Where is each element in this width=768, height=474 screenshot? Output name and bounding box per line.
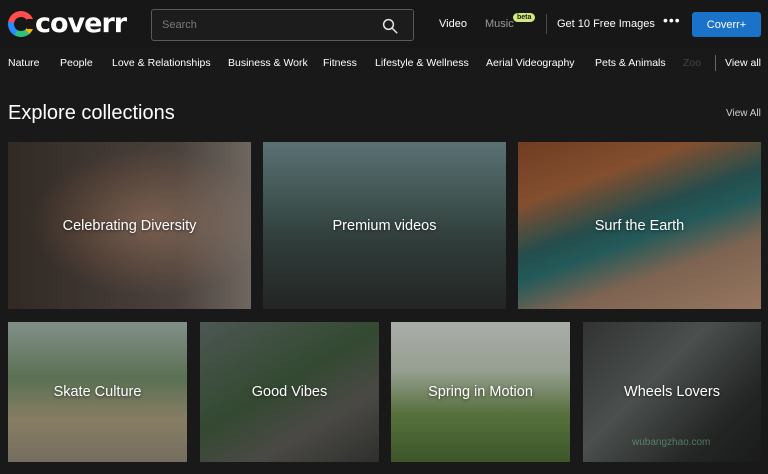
category-zoo[interactable]: Zoo [683,57,701,69]
category-pets-animals[interactable]: Pets & Animals [595,57,666,69]
category-people[interactable]: People [60,57,93,69]
search-box[interactable] [151,9,414,41]
collection-tile-skate-culture[interactable]: Skate Culture [8,322,187,462]
category-bar: Nature People Love & Relationships Busin… [0,48,768,80]
collection-label: Skate Culture [53,384,142,400]
view-all-collections-link[interactable]: View All [726,108,761,119]
nav-video[interactable]: Video [439,18,467,30]
nav-divider [546,14,547,34]
category-divider [715,55,716,71]
more-menu-icon[interactable]: ••• [663,12,681,28]
nav-music[interactable]: Music [485,18,514,30]
collection-label: Premium videos [332,217,437,234]
collection-label: Celebrating Diversity [62,217,197,234]
beta-badge: beta [513,13,536,22]
view-all-categories-link[interactable]: View all [725,57,761,69]
category-lifestyle-wellness[interactable]: Lifestyle & Wellness [375,57,469,69]
coverr-plus-button[interactable]: Coverr+ [692,12,761,37]
category-aerial-videography[interactable]: Aerial Videography [486,57,575,69]
logo-text: coverr [35,8,127,39]
logo-mark-icon [8,11,36,37]
collection-label: Good Vibes [251,384,328,400]
section-title: Explore collections [8,102,175,124]
category-love-relationships[interactable]: Love & Relationships [112,57,211,69]
collection-label: Surf the Earth [594,217,685,234]
collection-tile-surf-the-earth[interactable]: Surf the Earth [518,142,761,309]
watermark: wubangzhao.com [632,437,711,448]
collection-tile-spring-in-motion[interactable]: Spring in Motion [391,322,570,462]
search-input[interactable] [162,16,372,34]
collection-tile-premium-videos[interactable]: Premium videos [263,142,506,309]
collection-label: Spring in Motion [428,384,533,400]
collection-label: Wheels Lovers [624,384,720,400]
top-header: coverr Video Music beta Get 10 Free Imag… [0,0,768,48]
category-nature[interactable]: Nature [8,57,40,69]
coverr-logo[interactable]: coverr [8,8,127,39]
search-icon[interactable] [381,17,399,35]
category-fitness[interactable]: Fitness [323,57,357,69]
nav-free-images[interactable]: Get 10 Free Images [557,18,655,30]
collection-tile-good-vibes[interactable]: Good Vibes [200,322,379,462]
category-business-work[interactable]: Business & Work [228,57,308,69]
collection-tile-celebrating-diversity[interactable]: Celebrating Diversity [8,142,251,309]
